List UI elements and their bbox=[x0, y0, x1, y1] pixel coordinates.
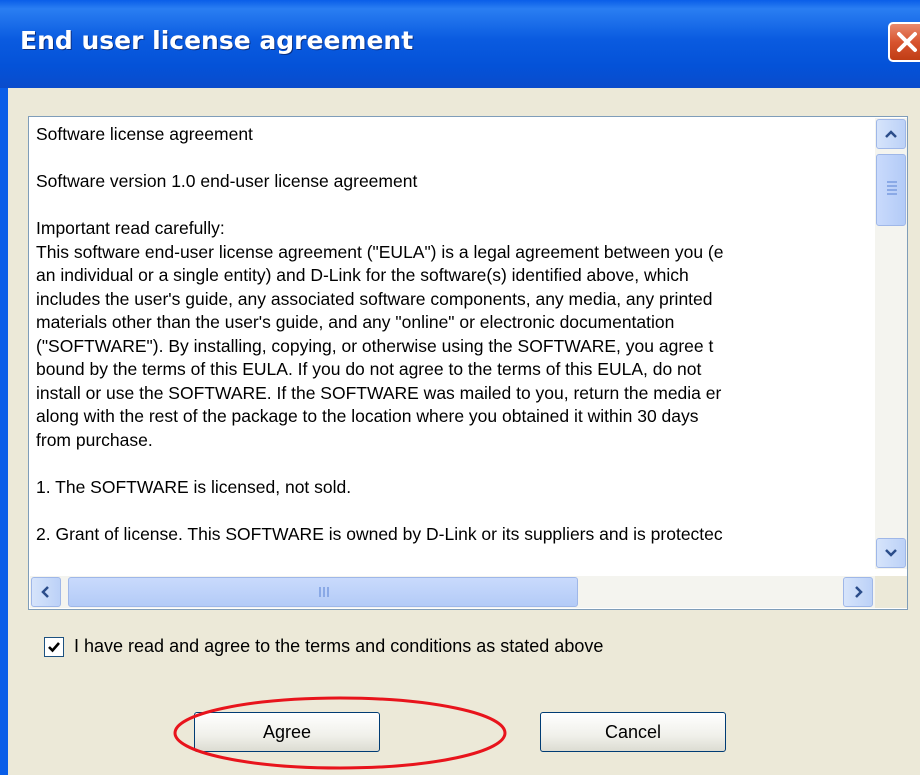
window-title: End user license agreement bbox=[20, 26, 414, 55]
agree-button[interactable]: Agree bbox=[194, 712, 380, 752]
eula-line: includes the user's guide, any associate… bbox=[36, 288, 713, 309]
window-border bbox=[0, 88, 8, 775]
agree-checkbox[interactable] bbox=[44, 637, 64, 657]
eula-line: from purchase. bbox=[36, 429, 153, 450]
eula-line: install or use the SOFTWARE. If the SOFT… bbox=[36, 382, 722, 403]
scrollbar-corner bbox=[875, 576, 907, 608]
eula-line: Software license agreement bbox=[36, 124, 253, 144]
eula-line: ("SOFTWARE"). By installing, copying, or… bbox=[36, 335, 714, 356]
eula-dialog: End user license agreement Software lice… bbox=[0, 0, 920, 775]
eula-text: Software license agreement Software versi… bbox=[36, 123, 874, 565]
eula-line: an individual or a single entity) and D-… bbox=[36, 265, 689, 285]
grip-icon bbox=[887, 181, 897, 195]
eula-line: bound by the terms of this EULA. If you … bbox=[36, 359, 702, 379]
horizontal-scroll-thumb[interactable] bbox=[68, 577, 578, 607]
title-bar[interactable]: End user license agreement bbox=[0, 0, 920, 88]
eula-line bbox=[36, 452, 874, 476]
eula-line: 2. Grant of license. This SOFTWARE is ow… bbox=[36, 523, 723, 544]
eula-line bbox=[36, 194, 874, 218]
eula-textbox[interactable]: Software license agreement Software versi… bbox=[28, 116, 908, 610]
scroll-up-button[interactable] bbox=[876, 119, 906, 149]
grip-icon bbox=[319, 587, 331, 597]
scroll-left-button[interactable] bbox=[31, 577, 61, 607]
eula-line: Important read carefully: bbox=[36, 218, 225, 238]
eula-line bbox=[36, 499, 874, 523]
eula-line: materials other than the user's guide, a… bbox=[36, 312, 675, 332]
close-button[interactable] bbox=[888, 22, 920, 62]
horizontal-scrollbar[interactable] bbox=[30, 576, 875, 608]
vertical-scrollbar[interactable] bbox=[875, 118, 907, 569]
eula-line bbox=[36, 147, 874, 171]
eula-line: This software end-user license agreement… bbox=[36, 241, 724, 262]
agree-checkbox-label[interactable]: I have read and agree to the terms and c… bbox=[74, 636, 603, 657]
scroll-right-button[interactable] bbox=[843, 577, 873, 607]
scroll-down-button[interactable] bbox=[876, 538, 906, 568]
eula-line: Software version 1.0 end-user license ag… bbox=[36, 171, 418, 191]
cancel-button[interactable]: Cancel bbox=[540, 712, 726, 752]
vertical-scroll-thumb[interactable] bbox=[876, 154, 906, 226]
eula-line: 1. The SOFTWARE is licensed, not sold. bbox=[36, 476, 352, 497]
eula-line: along with the rest of the package to th… bbox=[36, 406, 699, 426]
